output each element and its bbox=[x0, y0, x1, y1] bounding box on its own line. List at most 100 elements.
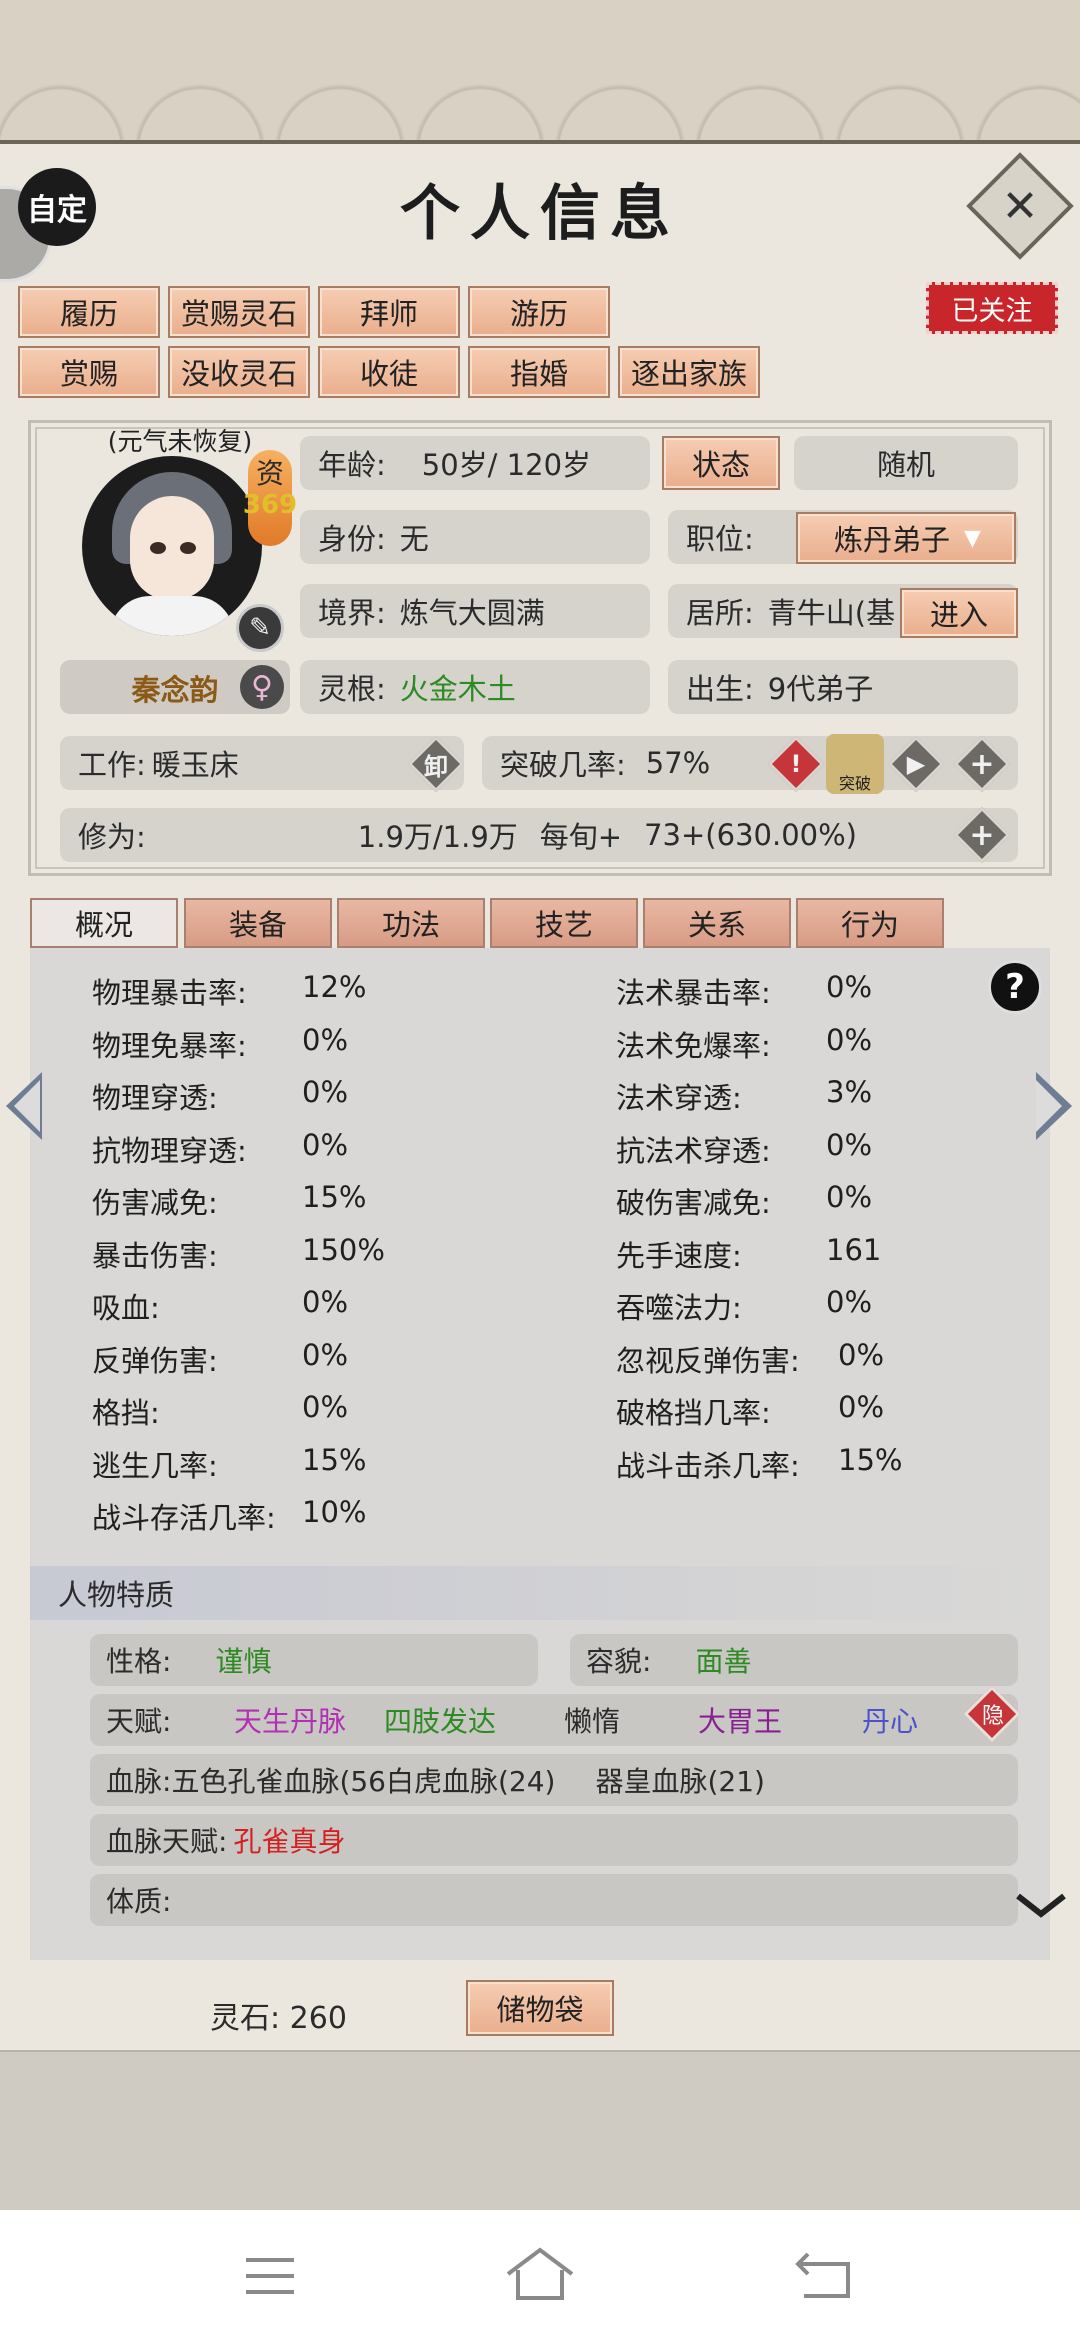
avatar[interactable] bbox=[82, 456, 262, 636]
confiscate-stone-button[interactable]: 没收灵石 bbox=[168, 346, 310, 398]
chevron-down-icon[interactable] bbox=[1014, 1890, 1068, 1920]
custom-button[interactable]: 自定 bbox=[18, 168, 96, 246]
stat-row: 物理穿透: 0% bbox=[92, 1075, 349, 1115]
breakthrough-value: 57% bbox=[645, 746, 711, 780]
spirit-root-label: 灵根: bbox=[318, 672, 386, 706]
birth-field: 出生: 9代弟子 bbox=[668, 660, 1018, 714]
tab-relations[interactable]: 关系 bbox=[643, 898, 791, 948]
bloodline-talent-label: 血脉天赋: bbox=[106, 1825, 228, 1858]
stat-row: 格挡: 0% bbox=[92, 1390, 349, 1430]
arrange-marriage-button[interactable]: 指婚 bbox=[468, 346, 610, 398]
age-value: 50岁/ 120岁 bbox=[421, 448, 592, 482]
take-disciple-button[interactable]: 收徒 bbox=[318, 346, 460, 398]
edit-icon[interactable]: ✎ bbox=[236, 604, 284, 652]
stat-row: 伤害减免: 15% bbox=[92, 1180, 367, 1220]
job-label: 工作: bbox=[78, 748, 146, 782]
stat-row: 法术免爆率: 0% bbox=[616, 1022, 873, 1063]
bloodline-talent-field: 血脉天赋: 孔雀真身 bbox=[90, 1814, 1018, 1866]
aptitude-value: 369 bbox=[242, 490, 298, 520]
spirit-root-field: 灵根: 火金木土 bbox=[300, 660, 650, 714]
bloodline-field: 血脉: 五色孔雀血脉(56白虎血脉(24) 器皇血脉(21) bbox=[90, 1754, 1018, 1806]
stat-row: 战斗击杀几率: 15% bbox=[616, 1442, 903, 1483]
stat-row: 吸血: 0% bbox=[92, 1285, 349, 1325]
talent-field: 天赋: 天生丹脉 四肢发达 懒惰 大胃王 丹心 bbox=[90, 1694, 1018, 1746]
female-icon: ♀ bbox=[240, 665, 284, 709]
talent-item[interactable]: 天生丹脉 bbox=[234, 1700, 384, 1740]
chevron-right-icon bbox=[1036, 1080, 1062, 1132]
talent-item[interactable]: 四肢发达 bbox=[384, 1700, 564, 1740]
identity-value: 无 bbox=[399, 522, 429, 556]
storage-bag-button[interactable]: 储物袋 bbox=[466, 1980, 614, 2036]
appearance-value: 面善 bbox=[695, 1645, 752, 1678]
home-icon[interactable] bbox=[504, 2246, 576, 2302]
cultivation-value: 1.9万/1.9万 bbox=[357, 820, 518, 854]
unequip-icon: 卸 bbox=[424, 752, 448, 781]
identity-field: 身份: 无 bbox=[300, 510, 650, 564]
traits-header: 人物特质 bbox=[30, 1566, 1050, 1620]
back-icon[interactable] bbox=[794, 2250, 854, 2300]
breakthrough-icon-label: 突破 bbox=[838, 774, 871, 793]
stat-row: 战斗存活几率: 10% bbox=[92, 1495, 367, 1535]
random-button[interactable]: 随机 bbox=[794, 436, 1018, 490]
menu-icon[interactable] bbox=[244, 2254, 296, 2298]
play-icon: ▶ bbox=[906, 750, 926, 778]
spirit-stone-display: 灵石: 260 bbox=[210, 1993, 347, 2037]
realm-value: 炼气大圆满 bbox=[399, 596, 545, 630]
alert-icon: ! bbox=[790, 750, 802, 778]
stats-right-column: 法术暴击率: 0% 法术免爆率: 0% 法术穿透: 3% 抗法术穿透: 0% 破伤害减免… bbox=[616, 970, 1016, 1495]
stat-row: 法术穿透: 3% bbox=[616, 1075, 873, 1115]
tab-overview[interactable]: 概况 bbox=[30, 898, 178, 948]
stat-row: 忽视反弹伤害: 0% bbox=[616, 1337, 885, 1378]
spirit-root-value: 火金木土 bbox=[399, 672, 516, 706]
tab-skills[interactable]: 功法 bbox=[337, 898, 485, 948]
reward-button[interactable]: 赏赐 bbox=[18, 346, 160, 398]
tab-equipment[interactable]: 装备 bbox=[184, 898, 332, 948]
job-value: 暖玉床 bbox=[151, 748, 239, 782]
status-button[interactable]: 状态 bbox=[662, 436, 780, 490]
talent-item[interactable]: 丹心 bbox=[862, 1700, 918, 1740]
talent-item[interactable]: 懒惰 bbox=[564, 1700, 698, 1740]
travel-button[interactable]: 游历 bbox=[468, 286, 610, 338]
stat-row: 抗物理穿透: 0% bbox=[92, 1127, 349, 1168]
stat-row: 物理免暴率: 0% bbox=[92, 1022, 349, 1063]
chevron-left-icon bbox=[14, 1080, 40, 1132]
position-label: 职位: bbox=[686, 522, 754, 556]
bloodline-label: 血脉: bbox=[106, 1765, 172, 1798]
age-label: 年龄: bbox=[318, 448, 386, 482]
identity-label: 身份: bbox=[318, 522, 386, 556]
resume-button[interactable]: 履历 bbox=[18, 286, 160, 338]
aptitude-label: 资 bbox=[255, 457, 284, 490]
realm-label: 境界: bbox=[318, 596, 386, 630]
breakthrough-label: 突破几率: bbox=[500, 748, 626, 782]
enter-button[interactable]: 进入 bbox=[900, 588, 1018, 638]
reward-stone-button[interactable]: 赏赐灵石 bbox=[168, 286, 310, 338]
character-name: 秦念韵 bbox=[131, 673, 219, 707]
stat-row: 抗法术穿透: 0% bbox=[616, 1127, 873, 1168]
tab-behavior[interactable]: 行为 bbox=[796, 898, 944, 948]
stats-left-column: 物理暴击率: 12% 物理免暴率: 0% 物理穿透: 0% 抗物理穿透: 0% 伤害减免… bbox=[92, 970, 492, 1548]
tab-crafts[interactable]: 技艺 bbox=[490, 898, 638, 948]
stat-row: 逃生几率: 15% bbox=[92, 1442, 367, 1483]
apprentice-button[interactable]: 拜师 bbox=[318, 286, 460, 338]
position-value: 炼丹弟子 bbox=[834, 523, 951, 557]
followed-badge[interactable]: 已关注 bbox=[926, 282, 1058, 334]
stat-row: 吞噬法力: 0% bbox=[616, 1285, 873, 1325]
expel-button[interactable]: 逐出家族 bbox=[618, 346, 760, 398]
job-field: 工作: 暖玉床 bbox=[60, 736, 464, 790]
bottom-area bbox=[0, 2050, 1080, 2212]
appearance-field: 容貌: 面善 bbox=[570, 1634, 1018, 1686]
spirit-stone-value: 260 bbox=[289, 2001, 347, 2036]
spirit-stone-label: 灵石: bbox=[210, 2001, 281, 2036]
birth-label: 出生: bbox=[686, 672, 754, 706]
stat-row: 物理暴击率: 12% bbox=[92, 970, 367, 1010]
close-icon: ✕ bbox=[1001, 180, 1039, 232]
stat-row: 破格挡几率: 0% bbox=[616, 1390, 885, 1430]
hide-icon: 隐 bbox=[981, 1704, 1004, 1729]
personality-label: 性格: bbox=[106, 1645, 172, 1678]
per-period-value: 73+(630.00%) bbox=[644, 818, 857, 852]
talent-item[interactable]: 大胃王 bbox=[698, 1700, 862, 1740]
realm-field: 境界: 炼气大圆满 bbox=[300, 584, 650, 638]
plus-icon: + bbox=[969, 746, 995, 782]
position-dropdown[interactable]: 炼丹弟子 ▼ bbox=[796, 512, 1016, 564]
bloodline-value: 五色孔雀血脉(56白虎血脉(24) bbox=[171, 1765, 556, 1798]
